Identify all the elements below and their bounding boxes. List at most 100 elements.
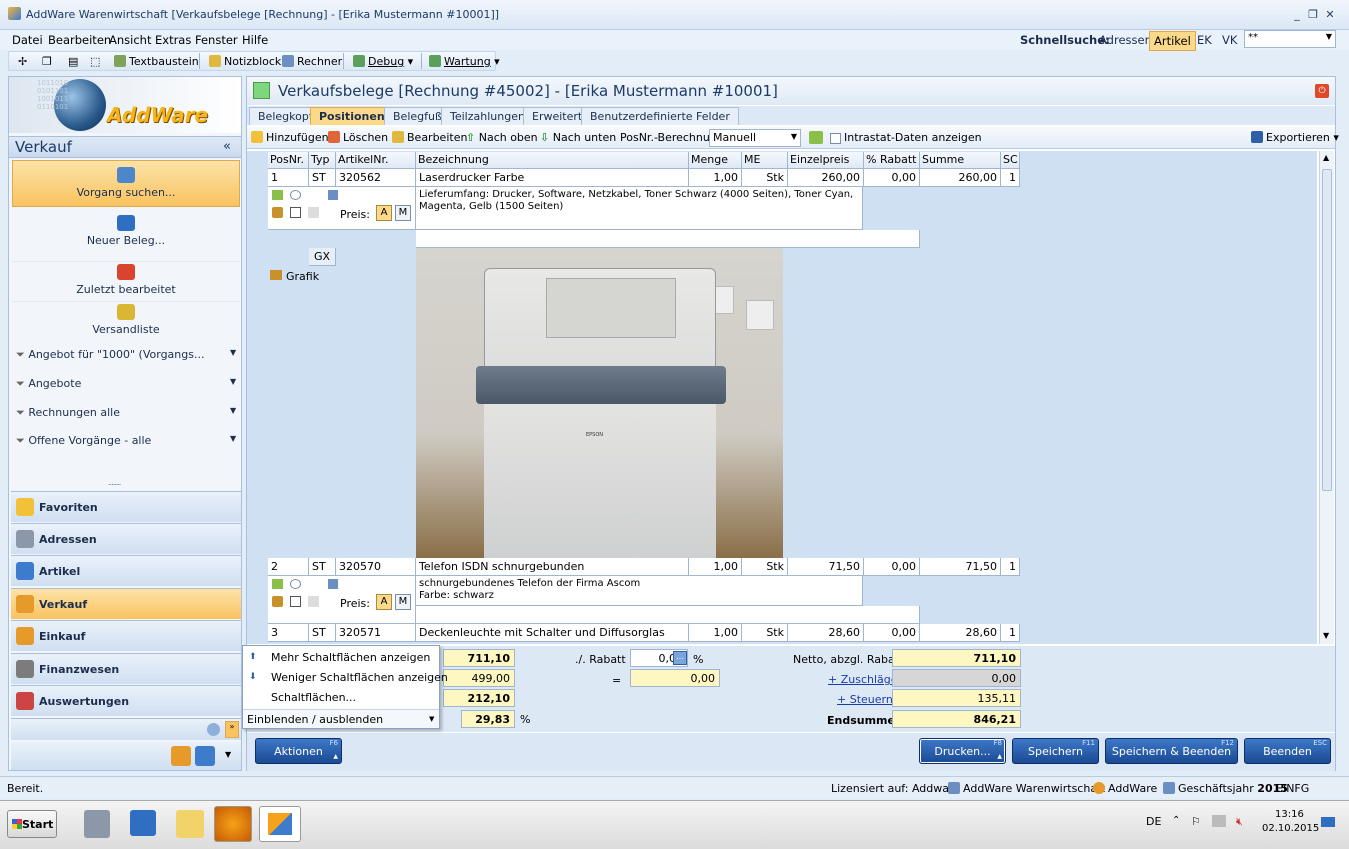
filter-angebote[interactable]: ⏷ Angebote ▼ [16,377,240,395]
col-header-menge[interactable]: Menge [689,152,742,169]
row1-longtext-2[interactable] [416,230,920,248]
taskbar-app-icon[interactable] [214,806,252,842]
edit-text-icon[interactable] [272,579,283,589]
tray-flag-icon[interactable]: ⚐ [1191,815,1201,828]
tray-volume-icon[interactable]: 🔇︎ [1236,815,1243,829]
vertical-scrollbar[interactable]: ▲ ▼ [1319,151,1334,644]
add-button[interactable]: Hinzufügen [251,131,329,144]
configure-buttons-icon[interactable]: » [225,721,239,738]
menu-datei[interactable]: Datei [12,33,43,47]
taskbar-addware-icon[interactable] [259,806,301,842]
options-icon[interactable] [272,207,283,218]
rechner-button[interactable]: Rechner [279,54,345,69]
tray-expand-icon[interactable]: ⌃ [1172,815,1180,826]
taskbar-explorer-icon[interactable] [176,810,204,838]
menu-extras[interactable]: Extras [155,33,191,47]
row3-posnr[interactable]: 3 [268,624,309,642]
list-icon[interactable] [290,207,301,218]
edit-text-icon[interactable] [272,190,283,200]
col-header-artikelnr[interactable]: ArtikelNr. [336,152,416,169]
vorgang-suchen-button[interactable]: Vorgang suchen... [12,160,240,207]
row3-sc[interactable]: 1 [1001,624,1020,642]
row2-typ[interactable]: ST [309,558,336,576]
col-header-bezeichnung[interactable]: Bezeichnung [416,152,689,169]
scroll-down-icon[interactable]: ▼ [1323,631,1329,640]
price-manual-button[interactable]: M [395,594,411,610]
start-button[interactable]: Start [7,810,57,838]
close-icon[interactable]: ✕ [1323,8,1337,21]
nav-auswertungen[interactable]: Auswertungen [11,685,241,716]
calc-small-icon[interactable] [328,579,338,589]
select-icon[interactable]: ⬚ [87,54,103,69]
menu-hilfe[interactable]: Hilfe [242,33,268,47]
wartung-button[interactable]: Wartung ▾ [426,54,503,69]
popup-buttons-dialog[interactable]: Schaltflächen... [271,691,356,704]
filter-angebot-1000[interactable]: ⏷ Angebot für "1000" (Vorgangs... ▼ [16,348,240,366]
filter-rechnungen-alle[interactable]: ⏷ Rechnungen alle ▼ [16,406,240,424]
row1-me[interactable]: Stk [742,169,788,187]
page-icon[interactable] [308,207,319,218]
chevron-down-icon[interactable]: ▼ [1326,32,1332,41]
close-document-icon[interactable]: ⏻ [1315,84,1329,98]
chevron-down-icon[interactable]: ▼ [225,750,231,759]
col-header-summe[interactable]: Summe [920,152,1001,169]
filter-offene-vorgaenge[interactable]: ⏷ Offene Vorgänge - alle ▼ [16,434,240,452]
nav-finanzwesen[interactable]: Finanzwesen [11,653,241,684]
rabatt-ellipsis-button[interactable]: ... [673,651,687,665]
tab-teilzahlungen[interactable]: Teilzahlungen [441,107,534,125]
speichern-button[interactable]: Speichern F11 [1012,738,1099,764]
taskbar-lang[interactable]: DE [1146,815,1161,828]
comment-icon[interactable] [290,190,301,200]
nav-favoriten[interactable]: Favoriten [11,491,241,522]
row3-einzelpreis[interactable]: 28,60 [788,624,864,642]
steuern-link[interactable]: + Steuern [837,693,893,706]
speichern-beenden-button[interactable]: Speichern & Beenden F12 [1105,738,1238,764]
row2-rabatt[interactable]: 0,00 [864,558,920,576]
quicksearch-vk[interactable]: VK [1222,33,1237,47]
row2-menge[interactable]: 1,00 [689,558,742,576]
collapse-icon[interactable]: « [223,139,231,154]
options-icon[interactable] [272,596,283,607]
tab-positionen[interactable]: Positionen [310,107,394,125]
scroll-up-icon[interactable]: ▲ [1323,153,1329,162]
menu-bearbeiten[interactable]: Bearbeiten [48,33,111,47]
row1-typ[interactable]: ST [309,169,336,187]
taskbar-date[interactable]: 02.10.2015 [1262,823,1319,834]
price-manual-button[interactable]: M [395,205,411,221]
calc-select[interactable]: Manuell ▼ [709,129,801,147]
row1-einzelpreis[interactable]: 260,00 [788,169,864,187]
copy-icon[interactable]: ❐ [39,54,55,69]
minimize-icon[interactable]: _ [1290,8,1304,21]
col-header-me[interactable]: ME [742,152,788,169]
row1-longtext[interactable]: Lieferumfang: Drucker, Software, Netzkab… [416,187,863,230]
intrastat-checkbox[interactable] [830,133,841,144]
paste-icon[interactable]: ▤ [65,54,81,69]
comment-icon[interactable] [290,579,301,589]
col-header-sc[interactable]: SC [1001,152,1020,169]
col-header-rabatt[interactable]: % Rabatt [864,152,920,169]
pin-icon[interactable]: ✢ [15,54,30,69]
row3-typ[interactable]: ST [309,624,336,642]
row2-artikelnr[interactable]: 320570 [336,558,416,576]
tray-network-icon[interactable] [1212,815,1226,827]
move-up-button[interactable]: ⇧ Nach oben [466,131,538,144]
taskbar-powershell-icon[interactable] [130,810,156,836]
search-small-icon[interactable] [195,746,215,766]
quicksearch-ek[interactable]: EK [1197,33,1212,47]
row1-posnr[interactable]: 1 [268,169,309,187]
quicksearch-artikel[interactable]: Artikel [1149,31,1196,51]
calc-small-icon[interactable] [328,190,338,200]
zuschlaege-link[interactable]: + Zuschläge [828,673,898,686]
row1-sc[interactable]: 1 [1001,169,1020,187]
einkauf-small-icon[interactable] [171,746,191,766]
col-header-posnr[interactable]: PosNr. [268,152,309,169]
row2-me[interactable]: Stk [742,558,788,576]
nav-verkauf[interactable]: Verkauf [11,588,241,619]
row2-posnr[interactable]: 2 [268,558,309,576]
price-auto-button[interactable]: A [376,594,392,610]
scroll-thumb[interactable] [1322,169,1332,491]
row3-menge[interactable]: 1,00 [689,624,742,642]
settings-icon[interactable] [207,723,220,736]
nav-einkauf[interactable]: Einkauf [11,620,241,651]
show-desktop-icon[interactable] [1321,817,1335,827]
